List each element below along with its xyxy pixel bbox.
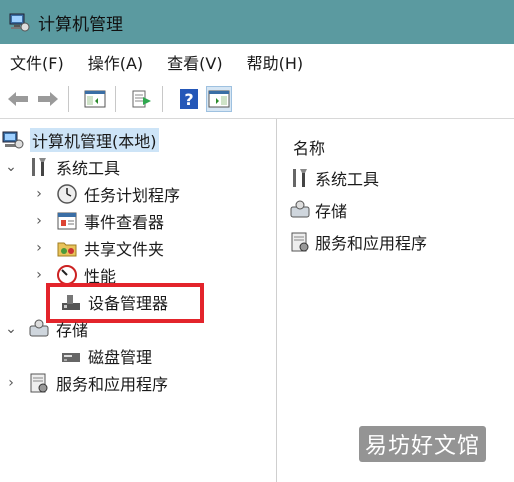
services-icon (289, 231, 311, 253)
tree-label: 服务和应用程序 (56, 375, 169, 394)
chevron-right-icon[interactable]: › (4, 375, 18, 391)
tools-icon (28, 156, 50, 178)
export-list-icon (132, 90, 151, 108)
services-icon (28, 372, 50, 394)
toolbar-separator (162, 86, 163, 112)
list-item[interactable]: 存储 (289, 197, 347, 223)
export-list-button[interactable] (130, 87, 154, 111)
watermark: 易坊好文馆 (358, 426, 486, 462)
tree-item-services-apps[interactable]: › 服务和应用程序 (4, 370, 168, 396)
chevron-right-icon[interactable]: › (32, 240, 46, 256)
menu-action[interactable]: 操作(A) (88, 50, 143, 74)
tree-item-disk-management[interactable]: 磁盘管理 (60, 343, 152, 369)
clock-icon (56, 183, 78, 205)
menu-help[interactable]: 帮助(H) (247, 50, 304, 74)
chevron-right-icon[interactable]: › (32, 186, 46, 202)
chevron-right-icon[interactable]: › (32, 213, 46, 229)
list-item-label: 存储 (315, 202, 348, 221)
tree-label: 事件查看器 (84, 213, 165, 232)
tree-item-system-tools[interactable]: ⌄ 系统工具 (4, 154, 120, 180)
tree-label: 共享文件夹 (84, 240, 165, 259)
shared-folder-icon (56, 237, 78, 259)
storage-icon (289, 199, 311, 221)
tree-label: 存储 (56, 321, 89, 340)
menu-bar: 文件(F) 操作(A) 查看(V) 帮助(H) (0, 44, 514, 80)
tree-item-event-viewer[interactable]: › 事件查看器 (32, 208, 164, 234)
chevron-down-icon[interactable]: ⌄ (4, 159, 18, 175)
tree-item-computer-management[interactable]: 计算机管理(本地) (2, 127, 159, 153)
back-button[interactable] (6, 87, 30, 111)
chevron-down-icon[interactable]: ⌄ (4, 321, 18, 337)
tree-label: 任务计划程序 (84, 186, 181, 205)
forward-icon (38, 92, 58, 106)
computer-management-icon (9, 13, 30, 32)
list-item-label: 系统工具 (315, 170, 380, 189)
list-item[interactable]: 系统工具 (289, 165, 379, 191)
tree-item-shared-folders[interactable]: › 共享文件夹 (32, 235, 164, 261)
action-pane-button[interactable] (206, 86, 232, 112)
help-button[interactable]: ? (177, 87, 201, 111)
tree-label: 磁盘管理 (88, 348, 153, 367)
tree-item-task-scheduler[interactable]: › 任务计划程序 (32, 181, 180, 207)
toolbar-separator (68, 86, 69, 112)
tree-label: 计算机管理(本地) (30, 128, 159, 152)
chevron-right-icon[interactable]: › (32, 267, 46, 283)
toolbar-separator (115, 86, 116, 112)
tree-label: 系统工具 (56, 159, 121, 178)
list-item-label: 服务和应用程序 (315, 234, 428, 253)
list-item[interactable]: 服务和应用程序 (289, 229, 427, 255)
menu-file[interactable]: 文件(F) (10, 50, 64, 74)
tools-icon (289, 167, 311, 189)
computer-management-icon (2, 129, 24, 151)
menu-view[interactable]: 查看(V) (167, 50, 222, 74)
column-header-name[interactable]: 名称 (293, 135, 325, 159)
toolbar: ? (0, 80, 514, 119)
window-title: 计算机管理 (38, 14, 123, 35)
tree-item-storage[interactable]: ⌄ 存储 (4, 316, 88, 342)
show-hide-tree-button[interactable] (83, 87, 107, 111)
svg-text:?: ? (184, 90, 193, 109)
help-icon: ? (180, 89, 198, 109)
back-icon (8, 92, 28, 106)
action-pane-icon (208, 90, 230, 108)
event-viewer-icon (56, 210, 78, 232)
show-hide-tree-icon (84, 90, 106, 108)
title-bar: 计算机管理 (0, 0, 514, 44)
forward-button[interactable] (36, 87, 60, 111)
storage-icon (28, 318, 50, 340)
disk-management-icon (60, 345, 82, 367)
